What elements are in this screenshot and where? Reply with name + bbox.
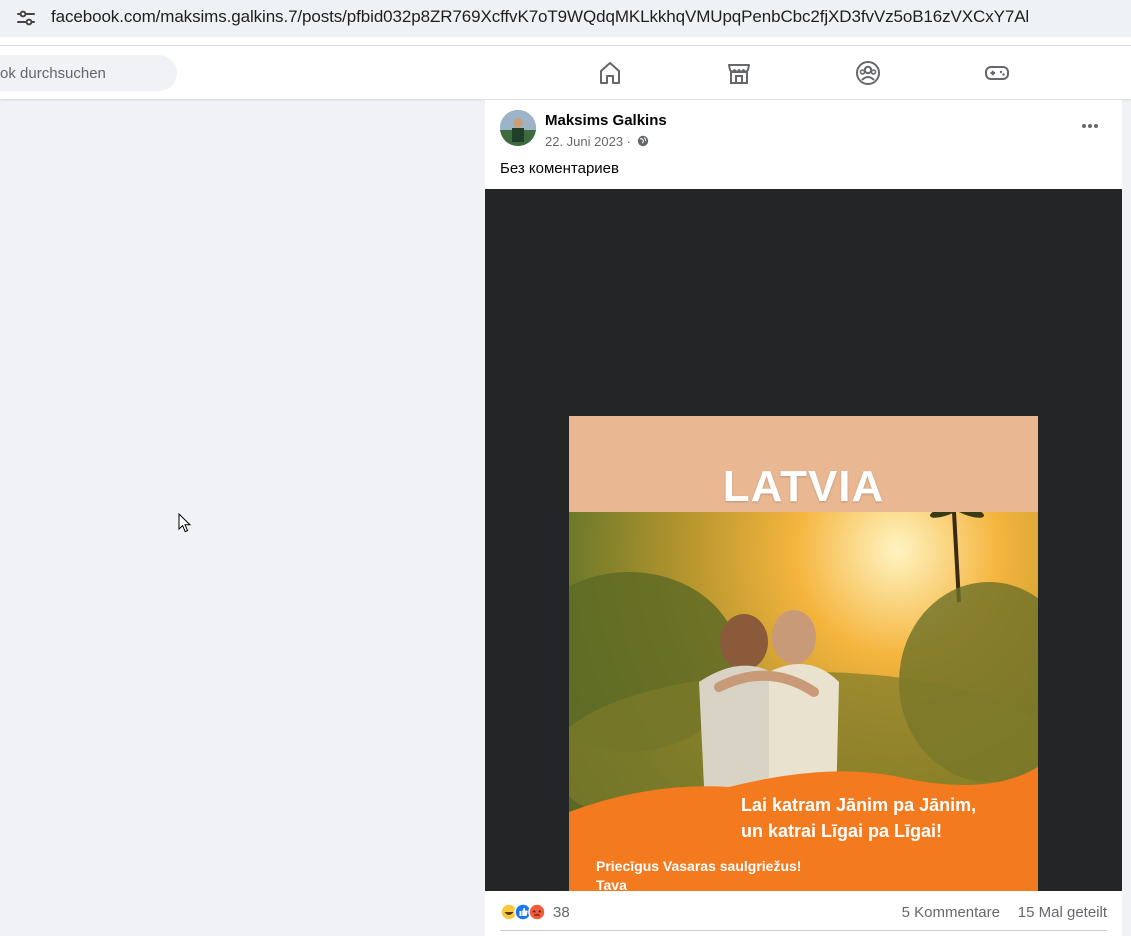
post-media[interactable]: LATVIA Lai katram Jānim pa Jānim, un kat… (485, 189, 1122, 891)
photo-caption: Lai katram Jānim pa Jānim, un katrai Līg… (741, 792, 976, 844)
mouse-cursor-icon (178, 513, 192, 533)
reaction-count[interactable]: 38 (553, 904, 570, 921)
reaction-icons[interactable] (500, 903, 550, 921)
search-box[interactable]: ok durchsuchen (0, 55, 177, 91)
post-photo[interactable]: LATVIA Lai katram Jānim pa Jānim, un kat… (569, 416, 1038, 891)
post-date[interactable]: 22. Juni 2023 · (545, 134, 631, 149)
facebook-header: ok durchsuchen (0, 46, 1131, 99)
marketplace-icon[interactable] (725, 59, 753, 87)
stats-divider (500, 930, 1107, 931)
omnibox[interactable]: facebook.com/maksims.galkins.7/posts/pfb… (0, 0, 1131, 37)
photo-footer: Priecīgus Vasaras saulgriežus! Tava (596, 857, 801, 891)
post-meta: 22. Juni 2023 · (545, 134, 649, 149)
browser-address-bar: facebook.com/maksims.galkins.7/posts/pfb… (0, 0, 1131, 46)
groups-icon[interactable] (854, 59, 882, 87)
search-placeholder[interactable]: ok durchsuchen (0, 65, 106, 82)
post-card: Maksims Galkins 22. Juni 2023 · Без коме… (485, 100, 1122, 936)
angry-icon (528, 903, 546, 921)
more-options-icon[interactable] (1075, 114, 1105, 138)
post-text: Без коментариев (500, 160, 619, 177)
url-text[interactable]: facebook.com/maksims.galkins.7/posts/pfb… (51, 7, 1029, 27)
photo-caption-line2: un katrai Līgai pa Līgai! (741, 821, 943, 841)
photo-footer-line1: Priecīgus Vasaras saulgriežus! (596, 858, 802, 874)
gaming-icon[interactable] (983, 59, 1011, 87)
photo-footer-line2: Tava (596, 877, 627, 891)
home-icon[interactable] (596, 59, 624, 87)
photo-caption-line1: Lai katram Jānim pa Jānim, (741, 795, 977, 815)
site-settings-icon[interactable] (15, 7, 37, 29)
post-stats: 38 5 Kommentare 15 Mal geteilt (500, 900, 1107, 924)
comments-count[interactable]: 5 Kommentare (902, 904, 1000, 921)
author-avatar[interactable] (500, 110, 536, 146)
photo-title: LATVIA (722, 462, 885, 511)
shares-count[interactable]: 15 Mal geteilt (1018, 904, 1107, 921)
author-name[interactable]: Maksims Galkins (545, 112, 667, 129)
avatar-image (500, 110, 536, 146)
globe-icon (637, 135, 648, 147)
